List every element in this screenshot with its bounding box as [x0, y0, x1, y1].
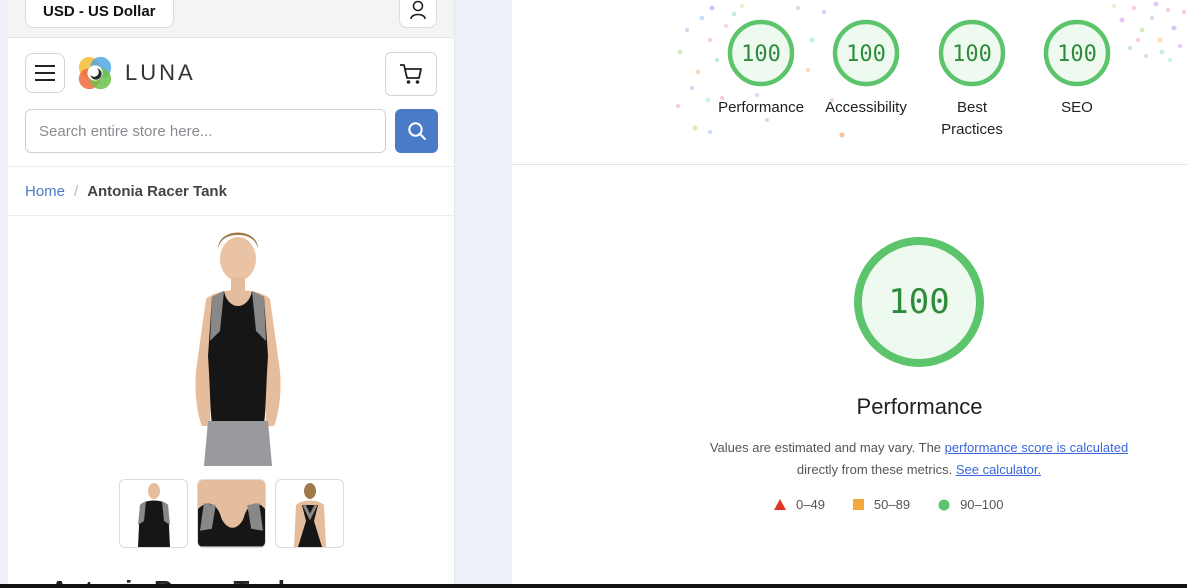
gauge-label: Accessibility [825, 99, 907, 116]
legend-range: 50–89 [873, 497, 911, 512]
svg-text:100: 100 [846, 42, 886, 67]
svg-text:100: 100 [1057, 42, 1097, 67]
breadcrumb-separator: / [74, 183, 79, 200]
search-button[interactable] [395, 109, 438, 153]
menu-button[interactable] [25, 53, 65, 93]
cart-icon [400, 64, 422, 84]
svg-text:100: 100 [888, 282, 949, 322]
thumbnail-image [293, 483, 326, 547]
user-icon [410, 0, 426, 20]
score-gauge: 100 [832, 19, 900, 87]
desc-text: Values are estimated and may vary. The [709, 440, 945, 455]
lighthouse-report: 100 Performance 100 Accessibility 100 Be… [512, 0, 1187, 588]
legend-range: 90–100 [960, 497, 1004, 512]
hamburger-icon [35, 65, 55, 81]
gauge-best-practices[interactable]: 100 Best Practices [912, 18, 1032, 141]
thumbnail-strip [119, 479, 344, 548]
score-gauge: 100 [938, 19, 1006, 87]
breadcrumb-home[interactable]: Home [25, 183, 65, 200]
square-icon [852, 499, 864, 510]
legend-range: 0–49 [796, 497, 825, 512]
search-input[interactable] [25, 109, 386, 153]
performance-description: Values are estimated and may vary. The p… [662, 437, 1176, 481]
legend-average: 50–89 [852, 497, 911, 512]
search-bar [8, 109, 454, 153]
gauge-performance[interactable]: 100 Performance [701, 18, 821, 119]
gauge-accessibility[interactable]: 100 Accessibility [806, 18, 926, 119]
thumbnail-image [198, 480, 265, 547]
thumbnail-image [137, 483, 170, 547]
section-divider [512, 164, 1187, 165]
currency-switcher[interactable]: USD - US Dollar [25, 0, 174, 28]
svg-text:100: 100 [741, 42, 781, 67]
performance-title: Performance [856, 394, 983, 419]
thumbnail[interactable] [197, 479, 266, 548]
score-calculated-link[interactable]: performance score is calculated [945, 440, 1129, 455]
legend-fail: 0–49 [774, 497, 825, 512]
svg-text:100: 100 [952, 42, 992, 67]
store-mobile-view: USD - US Dollar LUNA Search entire store… [8, 0, 455, 588]
header: LUNA [8, 52, 454, 96]
luna-logo-icon[interactable] [76, 54, 114, 92]
circle-icon [938, 499, 950, 510]
product-image[interactable] [178, 221, 298, 466]
top-bar: USD - US Dollar [8, 0, 454, 38]
thumbnail[interactable] [275, 479, 344, 548]
gauge-label: Best Practices [941, 99, 1003, 138]
breadcrumb: Home / Antonia Racer Tank [8, 166, 454, 216]
performance-score-gauge: 100 [854, 237, 984, 367]
desc-text: directly from these metrics. [796, 462, 956, 477]
cart-button[interactable] [385, 52, 437, 96]
account-button[interactable] [399, 0, 437, 28]
legend-pass: 90–100 [938, 497, 1003, 512]
gauge-seo[interactable]: 100 SEO [1017, 18, 1137, 119]
gauge-label: Performance [718, 99, 804, 116]
see-calculator-link[interactable]: See calculator. [956, 462, 1041, 477]
gauge-label: SEO [1061, 99, 1093, 116]
score-gauge: 100 [1043, 19, 1111, 87]
breadcrumb-current: Antonia Racer Tank [87, 183, 227, 200]
brand-name: LUNA [125, 60, 196, 85]
score-gauge: 100 [727, 19, 795, 87]
thumbnail[interactable] [119, 479, 188, 548]
search-icon [407, 122, 426, 140]
score-legend: 0–49 50–89 90–100 [774, 497, 1003, 512]
triangle-icon [774, 499, 786, 510]
bottom-edge [0, 584, 1187, 588]
